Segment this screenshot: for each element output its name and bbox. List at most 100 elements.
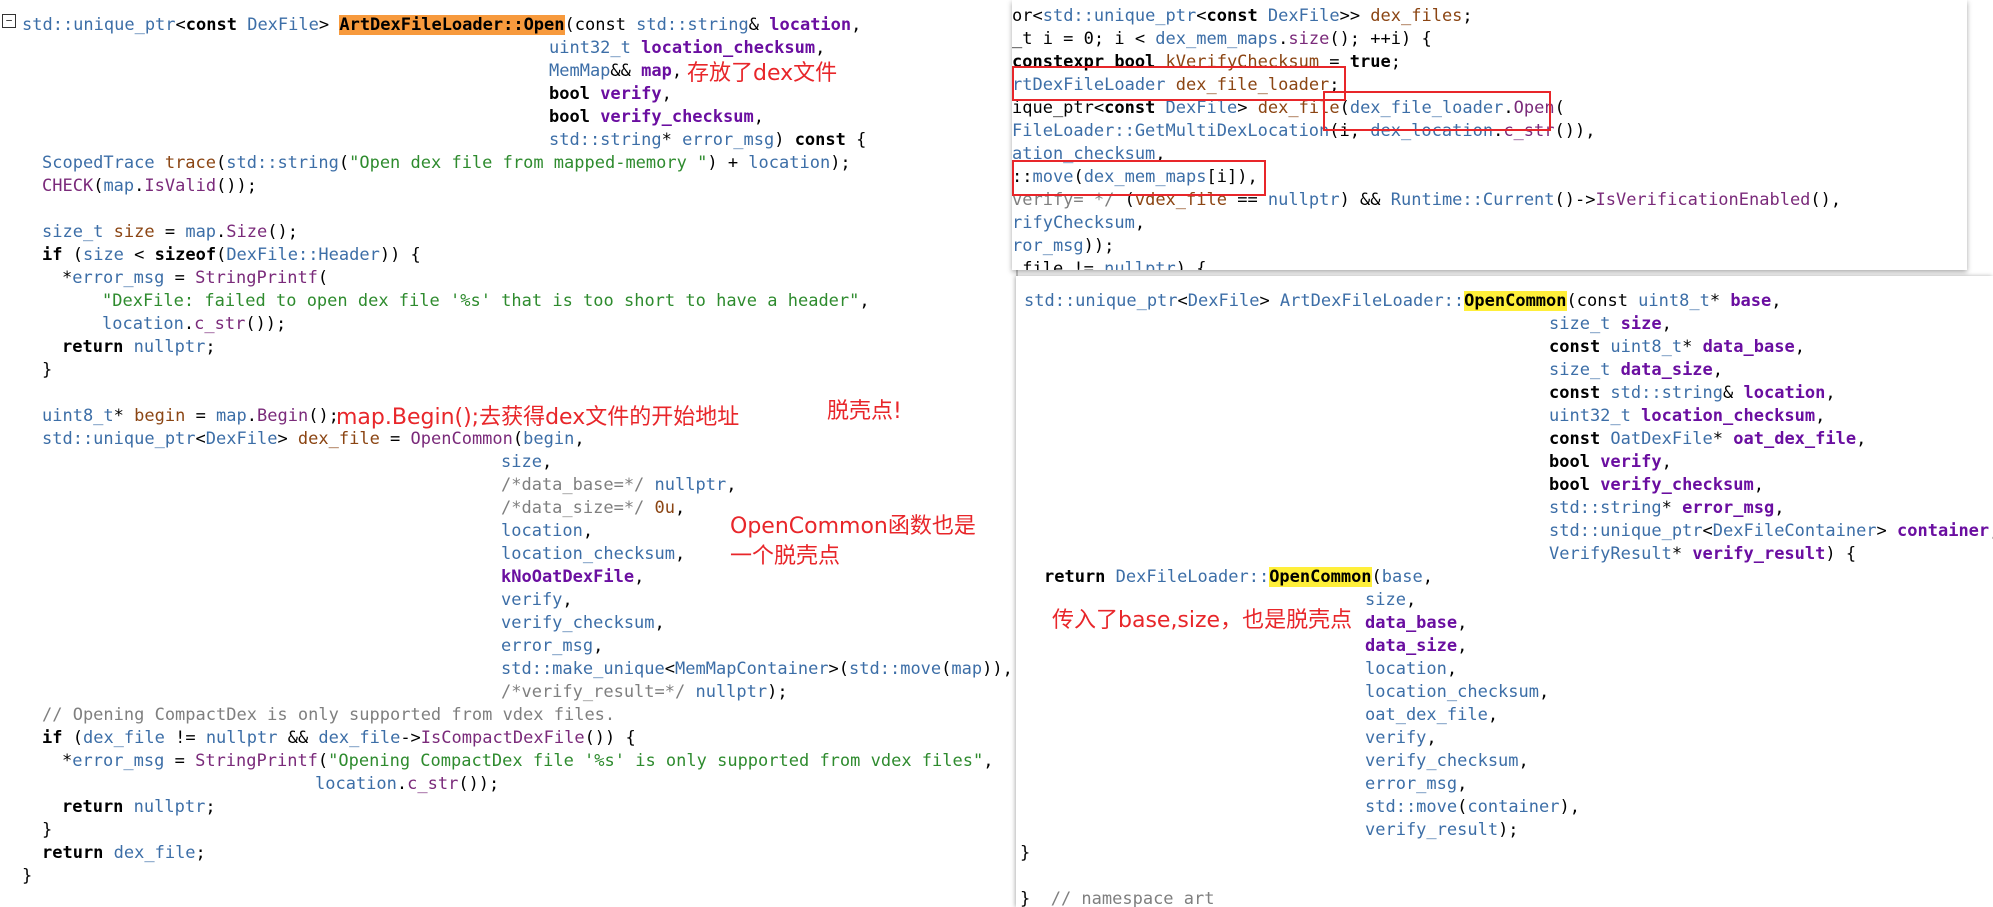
code-token: location	[1743, 383, 1826, 403]
code-line: const std::string& location,	[1549, 382, 1836, 405]
code-line: const uint8_t* data_base,	[1549, 336, 1805, 359]
code-token: VerifyResult	[1549, 544, 1672, 564]
code-line: verify_checksum,	[501, 612, 665, 635]
code-token: begin	[134, 406, 186, 426]
code-token: }	[1020, 889, 1041, 907]
code-token: <	[1702, 521, 1713, 541]
code-token: verify_checksum	[1365, 751, 1519, 771]
code-line: MemMap&& map,	[549, 60, 682, 83]
code-token: ()->	[1554, 190, 1596, 210]
code-token: ,	[1794, 337, 1805, 357]
code-token: ,	[634, 567, 645, 587]
code-token: size	[1288, 29, 1330, 49]
code-line: /*verify_result=*/ nullptr);	[501, 681, 788, 704]
code-token: (const	[1566, 291, 1639, 311]
code-token: *	[1661, 498, 1683, 518]
code-token: CHECK	[42, 176, 94, 196]
code-token: size	[1365, 590, 1406, 610]
code-token: const	[1549, 429, 1611, 449]
code-line: data_size,	[1365, 635, 1467, 658]
code-token: ,	[726, 475, 737, 495]
code-token: ror_msg	[1012, 236, 1084, 256]
code-line: bool verify,	[549, 83, 672, 106]
code-line: std::make_unique<MemMapContainer>(std::m…	[501, 658, 1013, 681]
red-highlight-box	[1323, 91, 1551, 131]
code-line: }	[1020, 842, 1030, 865]
code-token: bool	[1549, 452, 1601, 472]
code-line: bool verify_checksum,	[1549, 474, 1764, 497]
code-token: DexFile::Header	[226, 245, 380, 265]
code-token: if	[42, 245, 63, 265]
code-line: location_checksum,	[1365, 681, 1549, 704]
code-token: verify_result	[1692, 544, 1826, 564]
code-token: DexFile	[205, 429, 278, 449]
code-token: verify_checksum	[600, 107, 754, 127]
code-token: return	[1044, 567, 1116, 587]
code-line: _file != nullptr) {	[1012, 258, 1207, 270]
code-token: );	[830, 153, 851, 173]
code-token: ,	[1539, 682, 1550, 702]
code-token: _t i = 0; i <	[1012, 29, 1156, 49]
code-token: <	[123, 245, 155, 265]
code-token: dex_files	[1370, 6, 1463, 26]
code-token: c_str	[194, 314, 246, 334]
code-token: data_size	[1365, 636, 1458, 656]
code-token: verify	[600, 84, 662, 104]
code-screenshot-call-site: or<std::unique_ptr<const DexFile>> dex_f…	[1012, 0, 1967, 270]
code-token: >>	[1339, 6, 1371, 26]
code-token: location_checksum	[1365, 682, 1539, 702]
code-token: ,	[1989, 521, 1993, 541]
code-line: location,	[501, 520, 593, 543]
code-line: size,	[501, 451, 552, 474]
code-token: nullptr	[205, 728, 278, 748]
code-token: ();	[267, 222, 298, 242]
code-token: data_base	[1365, 613, 1458, 633]
code-token: uint8_t	[42, 406, 114, 426]
code-token: ));	[1083, 236, 1115, 256]
code-token: nullptr	[133, 337, 206, 357]
code-token: dex_file	[318, 728, 401, 748]
code-token: uint32_t	[1549, 406, 1642, 426]
code-token: nullptr	[695, 682, 768, 702]
code-token: >	[1237, 98, 1258, 118]
collapse-icon[interactable]: −	[2, 14, 16, 28]
code-line: VerifyResult* verify_result) {	[1549, 543, 1856, 566]
code-line: std::unique_ptr<DexFile> ArtDexFileLoade…	[1024, 290, 1782, 313]
code-token: location_checksum	[501, 544, 675, 564]
code-screenshot-open-common: std::unique_ptr<DexFile> ArtDexFileLoade…	[1016, 276, 1993, 907]
code-token: *	[1712, 429, 1734, 449]
code-token: "Opening CompactDex file '%s' is only su…	[328, 751, 984, 771]
code-token: <	[664, 659, 676, 679]
code-token: bool	[549, 84, 601, 104]
code-token: (	[216, 245, 227, 265]
code-token: &&	[277, 728, 319, 748]
code-line: return nullptr;	[62, 796, 216, 819]
code-token: uint8_t	[1638, 291, 1710, 311]
code-token: ,	[1422, 567, 1433, 587]
code-token: ,	[1426, 728, 1437, 748]
code-token: ,	[675, 498, 686, 518]
code-token: const	[1104, 98, 1166, 118]
code-token: StringPrintf	[195, 268, 318, 288]
code-line: }	[42, 359, 52, 382]
code-token: DexFile	[1165, 98, 1238, 118]
code-line: std::unique_ptr<DexFileContainer> contai…	[1549, 520, 1993, 543]
code-token: ;	[1390, 52, 1401, 72]
code-token: );	[767, 682, 788, 702]
code-token: location	[748, 153, 831, 173]
code-token: {	[845, 130, 867, 150]
code-line: uint32_t location_checksum,	[549, 37, 825, 60]
code-token: nullptr	[1104, 259, 1176, 270]
code-token: Runtime::Current	[1390, 190, 1555, 210]
code-token: c_str	[407, 774, 459, 794]
code-token: *	[62, 751, 73, 771]
code-token: .	[1278, 29, 1289, 49]
code-token: ,	[562, 590, 573, 610]
code-token: oat_dex_file	[1733, 429, 1857, 449]
code-token: map	[103, 176, 135, 196]
code-token: ) {	[1175, 259, 1207, 270]
code-token: ArtDexFileLoader::	[1279, 291, 1465, 311]
code-token: ,	[671, 61, 683, 81]
code-token: (	[93, 176, 104, 196]
code-token: ,	[541, 452, 553, 472]
